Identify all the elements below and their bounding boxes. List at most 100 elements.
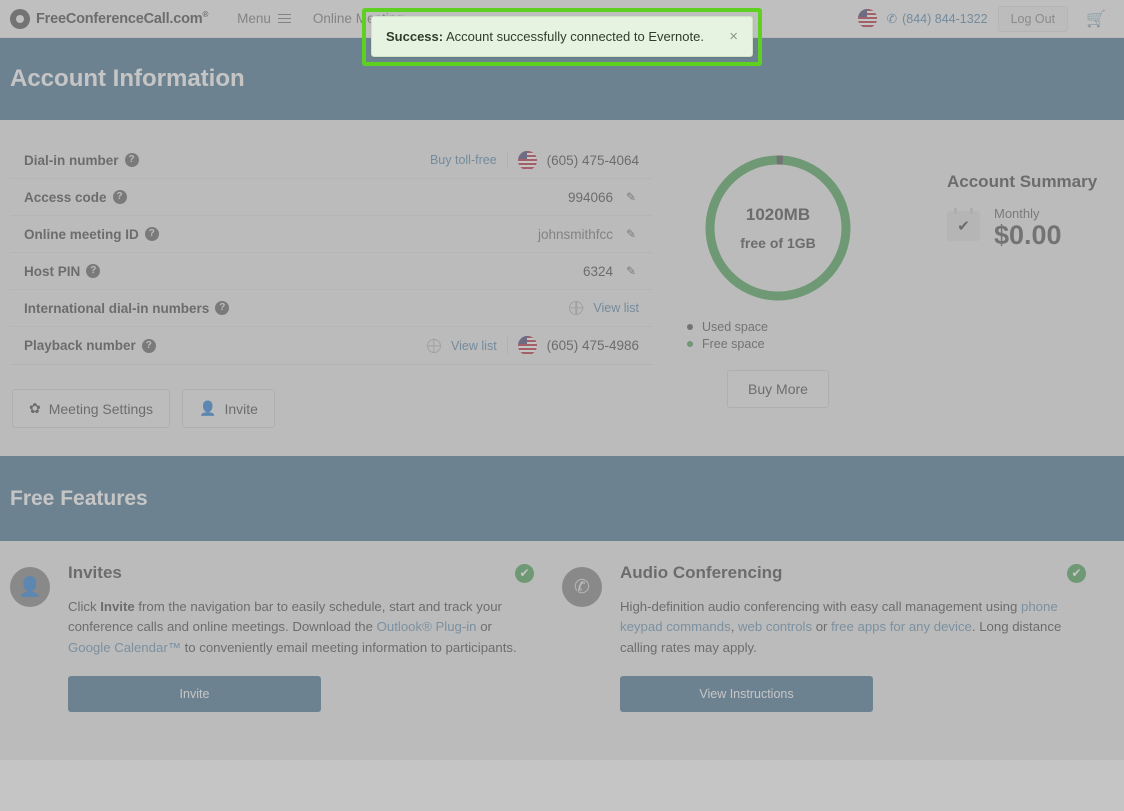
legend-label-used: Used space — [702, 319, 769, 334]
value-group-playback: View list (605) 475-4986 — [427, 336, 639, 355]
storage-legend: Used space Free space — [687, 318, 768, 352]
text-run: to conveniently email meeting informatio… — [180, 639, 517, 655]
free-features-title: Free Features — [10, 486, 148, 510]
us-flag-icon[interactable] — [857, 9, 877, 28]
add-user-icon: 👤 — [199, 400, 217, 416]
view-list-link-international[interactable]: View list — [593, 301, 639, 315]
close-icon[interactable]: × — [729, 29, 738, 44]
text-run: or — [476, 619, 492, 635]
support-phone-number: (844) 844-1322 — [902, 11, 988, 26]
invite-button[interactable]: 👤 Invite — [182, 389, 275, 428]
emphasis-text: Invite — [100, 599, 135, 614]
globe-icon — [427, 338, 442, 353]
buy-more-button[interactable]: Buy More — [727, 370, 829, 408]
pencil-icon[interactable]: ✎ — [623, 190, 639, 204]
label-dial-in-number: Dial-in number ? — [24, 153, 139, 168]
help-icon[interactable]: ? — [215, 301, 230, 315]
brand-name: FreeConferenceCall.com® — [36, 10, 209, 27]
label-access-code: Access code ? — [24, 190, 127, 205]
storage-free-amount: 1020MB — [745, 205, 811, 224]
legend-label-free: Free space — [702, 336, 765, 351]
text-run: , — [730, 619, 739, 635]
help-icon[interactable]: ? — [112, 190, 127, 204]
hamburger-icon — [277, 13, 291, 24]
calendar-check-icon: ✔ — [947, 208, 980, 241]
row-international-dial-in-numbers: International dial-in numbers ? View lis… — [10, 290, 653, 327]
host-pin-value: 6324 — [582, 263, 613, 279]
value-group-dial-in-number: Buy toll-free (605) 475-4064 — [430, 150, 639, 170]
label-playback-number: Playback number ? — [24, 338, 156, 353]
globe-icon — [569, 301, 584, 315]
row-host-pin: Host PIN ? 6324 ✎ — [10, 253, 653, 290]
feature-body-invites: Invites ✔ Click Invite from the navigati… — [68, 563, 534, 730]
text-run: High-definition audio conferencing with … — [620, 599, 1021, 614]
page-title: Account Information — [10, 65, 245, 92]
inline-link[interactable]: Google Calendar™ — [68, 640, 181, 655]
access-code-value: 994066 — [567, 189, 613, 205]
storage-free-sublabel: free of 1GB — [740, 235, 816, 251]
feature-description-invites: Click Invite from the navigation bar to … — [68, 597, 534, 658]
value-group-international: View list — [569, 301, 639, 315]
feature-card-invites: 👤 Invites ✔ Click Invite from the naviga… — [10, 563, 562, 730]
view-instructions-cta-button[interactable]: View Instructions — [620, 676, 873, 713]
account-action-buttons: ✿ Meeting Settings 👤 Invite — [10, 389, 653, 428]
label-host-pin: Host PIN ? — [24, 264, 101, 279]
inline-link[interactable]: free apps for any device — [831, 619, 972, 634]
account-summary-row: ✔ Monthly $0.00 — [947, 206, 1097, 249]
help-icon[interactable]: ? — [86, 264, 101, 278]
value-group-access-code: 994066 ✎ — [568, 190, 639, 205]
pencil-icon[interactable]: ✎ — [623, 227, 639, 241]
phone-icon: ✆ — [886, 12, 898, 26]
row-playback-number: Playback number ? View list (605) 475-49… — [10, 327, 653, 364]
buy-toll-free-link[interactable]: Buy toll-free — [430, 153, 497, 167]
divider — [506, 336, 508, 355]
meeting-settings-label: Meeting Settings — [48, 400, 154, 417]
us-flag-icon — [517, 150, 537, 170]
page-root: FreeConferenceCall.com® Menu Online Meet… — [0, 0, 1124, 811]
brand-registered-mark: ® — [202, 10, 209, 20]
shopping-cart-icon[interactable]: 🛒 — [1078, 9, 1114, 29]
feature-header-audio: Audio Conferencing ✔ — [620, 563, 1086, 583]
summary-amount-group: Monthly $0.00 — [994, 206, 1062, 249]
success-toast: Success: Account successfully connected … — [371, 16, 753, 57]
log-out-button[interactable]: Log Out — [997, 5, 1069, 32]
inline-link[interactable]: web controls — [738, 619, 812, 634]
storage-and-summary-column: 1020MB free of 1GB Used space Free space… — [653, 142, 1114, 408]
feature-header-invites: Invites ✔ — [68, 563, 534, 583]
check-circle-icon: ✔ — [1067, 563, 1086, 583]
row-access-code: Access code ? 994066 ✎ — [10, 179, 653, 216]
help-icon[interactable]: ? — [141, 338, 156, 353]
label-international-dial-in-numbers: International dial-in numbers ? — [24, 301, 230, 316]
success-toast-message: Account successfully connected to Everno… — [443, 29, 704, 44]
billing-period-label: Monthly — [994, 206, 1040, 221]
nav-menu-item[interactable]: Menu — [226, 0, 302, 38]
legend-dot-used — [687, 323, 693, 330]
divider — [506, 151, 508, 169]
free-features-banner: Free Features — [0, 456, 1124, 541]
account-summary-title: Account Summary — [947, 172, 1098, 191]
row-dial-in-number: Dial-in number ? Buy toll-free (605) 475… — [10, 142, 653, 179]
help-icon[interactable]: ? — [144, 227, 159, 241]
inline-link[interactable]: Outlook® Plug-in — [377, 619, 477, 634]
pencil-icon[interactable]: ✎ — [623, 264, 639, 278]
help-icon[interactable]: ? — [124, 153, 139, 167]
brand-logo-link[interactable]: FreeConferenceCall.com® — [10, 8, 226, 29]
support-phone-link[interactable]: ✆ (844) 844-1322 — [886, 11, 988, 27]
invite-cta-button[interactable]: Invite — [68, 676, 321, 713]
feature-cards-section: 👤 Invites ✔ Click Invite from the naviga… — [0, 541, 1124, 760]
meeting-settings-button[interactable]: ✿ Meeting Settings — [12, 389, 171, 428]
storage-donut-block: 1020MB free of 1GB Used space Free space… — [653, 146, 903, 408]
row-online-meeting-id: Online meeting ID ? johnsmithfcc ✎ — [10, 216, 653, 253]
feature-body-audio: Audio Conferencing ✔ High-definition aud… — [620, 563, 1086, 730]
view-list-link-playback[interactable]: View list — [451, 339, 497, 353]
billing-amount: $0.00 — [994, 220, 1062, 250]
account-info-table: Dial-in number ? Buy toll-free (605) 475… — [10, 142, 653, 365]
legend-item-used-space: Used space — [687, 318, 768, 335]
phone-icon: ✆ — [562, 567, 602, 607]
success-toast-prefix: Success: — [386, 29, 444, 44]
feature-card-audio-conferencing: ✆ Audio Conferencing ✔ High-definition a… — [562, 563, 1114, 730]
storage-donut-chart: 1020MB free of 1GB — [704, 154, 852, 302]
online-meeting-id-value: johnsmithfcc — [537, 226, 613, 242]
feature-description-audio: High-definition audio conferencing with … — [620, 597, 1086, 658]
account-info-column: Dial-in number ? Buy toll-free (605) 475… — [10, 142, 653, 428]
